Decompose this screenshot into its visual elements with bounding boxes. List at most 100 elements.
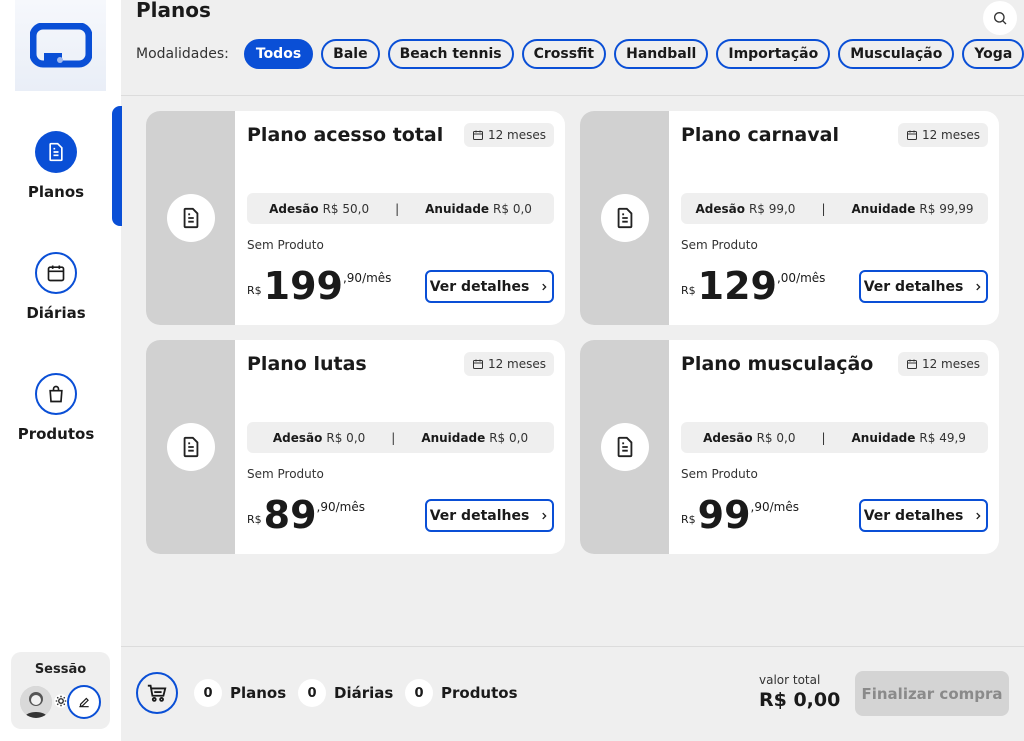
adesao-value: R$ 0,0 <box>326 430 366 445</box>
plan-duration-text: 12 meses <box>487 357 546 371</box>
price-integer: 129 <box>697 264 777 308</box>
plan-card-icon-area <box>146 111 235 325</box>
produtos-count-badge: 0 <box>405 679 433 707</box>
calendar-icon <box>472 359 483 369</box>
adesao-label: Adesão <box>703 430 753 445</box>
filter-chip-importacao[interactable]: Importação <box>716 39 831 69</box>
shopping-cart-icon <box>147 684 167 702</box>
chevron-right-icon <box>542 283 547 290</box>
details-button[interactable]: Ver detalhes <box>859 270 988 303</box>
edit-profile-button[interactable] <box>67 685 101 719</box>
details-button-label: Ver detalhes <box>429 278 530 295</box>
plan-duration-text: 12 meses <box>921 357 980 371</box>
price-decimal: ,00/mês <box>776 271 826 285</box>
fees-separator: | <box>395 201 400 216</box>
price-currency: R$ <box>247 513 262 526</box>
avatar[interactable] <box>20 686 52 718</box>
price-integer: 89 <box>263 493 317 537</box>
plan-product: Sem Produto <box>681 467 758 481</box>
filter-chip-bale[interactable]: Bale <box>321 39 380 69</box>
plan-card-icon-area <box>580 111 669 325</box>
checkout-button[interactable]: Finalizar compra <box>855 671 1009 716</box>
app-logo <box>15 0 106 91</box>
plan-duration: 12 meses <box>897 352 988 376</box>
plan-fees: Adesão R$ 50,0 | Anuidade R$ 0,0 <box>247 193 554 224</box>
plan-product: Sem Produto <box>681 238 758 252</box>
sidebar-item-label: Diárias <box>26 304 86 322</box>
cart-footer: 0 Planos 0 Diárias 0 Produtos valor tota… <box>121 646 1024 741</box>
plan-fees: Adesão R$ 0,0 | Anuidade R$ 49,9 <box>681 422 988 453</box>
document-icon <box>166 423 215 471</box>
plan-card: Plano musculação 12 meses Adesão R$ 0,0 |… <box>580 340 999 554</box>
plan-duration: 12 meses <box>463 352 554 376</box>
sidebar-item-diarias[interactable]: Diárias <box>0 252 112 322</box>
sidebar-item-label: Planos <box>27 183 85 201</box>
plan-fees: Adesão R$ 99,0 | Anuidade R$ 99,99 <box>681 193 988 224</box>
plan-card-icon-area <box>146 340 235 554</box>
total-label: valor total <box>759 673 821 687</box>
calendar-icon <box>35 252 77 294</box>
price-decimal: ,90/mês <box>750 500 799 514</box>
plan-name: Plano carnaval <box>681 124 839 146</box>
price-currency: R$ <box>681 513 696 526</box>
chevron-right-icon <box>542 512 547 519</box>
anuidade-value: R$ 99,99 <box>919 201 974 216</box>
price-decimal: ,90/mês <box>316 500 365 514</box>
planos-counter: 0 Planos <box>194 679 286 707</box>
fees-separator: | <box>821 430 826 445</box>
shopping-bag-icon <box>35 373 77 415</box>
document-icon <box>600 194 649 242</box>
filter-chip-beach-tennis[interactable]: Beach tennis <box>387 39 514 69</box>
page-header: Planos Modalidades: Todos Bale Beach ten… <box>121 0 1024 96</box>
adesao-value: R$ 0,0 <box>756 430 796 445</box>
chevron-right-icon <box>976 283 981 290</box>
produtos-counter: 0 Produtos <box>405 679 518 707</box>
session-panel: Sessão <box>11 652 110 729</box>
diarias-counter: 0 Diárias <box>298 679 393 707</box>
planos-count-label: Planos <box>230 684 287 702</box>
session-title: Sessão <box>34 662 87 677</box>
filter-label: Modalidades: <box>136 46 229 62</box>
plan-price: R$ 199 ,90/mês <box>247 264 391 308</box>
price-integer: 99 <box>697 493 751 537</box>
cart-button[interactable] <box>136 672 178 714</box>
filter-chip-yoga[interactable]: Yoga <box>962 39 1024 69</box>
plan-card: Plano carnaval 12 meses Adesão R$ 99,0 | … <box>580 111 999 325</box>
plan-card-icon-area <box>580 340 669 554</box>
search-icon <box>994 12 1007 25</box>
adesao-value: R$ 50,0 <box>322 201 370 216</box>
produtos-count-label: Produtos <box>441 684 518 702</box>
details-button[interactable]: Ver detalhes <box>859 499 988 532</box>
calendar-icon <box>472 130 483 140</box>
sidebar: Planos Diárias Produtos Sessão <box>0 0 122 741</box>
plan-card: Plano acesso total 12 meses Adesão R$ 50,… <box>146 111 565 325</box>
filter-chip-musculacao[interactable]: Musculação <box>838 39 955 69</box>
adesao-value: R$ 99,0 <box>748 201 796 216</box>
plan-duration-text: 12 meses <box>487 128 546 142</box>
document-icon <box>600 423 649 471</box>
sidebar-item-planos[interactable]: Planos <box>0 131 112 201</box>
anuidade-label: Anuidade <box>851 430 916 445</box>
anuidade-label: Anuidade <box>851 201 916 216</box>
adesao-label: Adesão <box>269 201 319 216</box>
sidebar-item-produtos[interactable]: Produtos <box>0 373 112 443</box>
plan-card: Plano lutas 12 meses Adesão R$ 0,0 | Anui… <box>146 340 565 554</box>
details-button[interactable]: Ver detalhes <box>425 270 554 303</box>
page-title: Planos <box>136 0 211 22</box>
calendar-icon <box>906 359 917 369</box>
details-button[interactable]: Ver detalhes <box>425 499 554 532</box>
filter-chip-crossfit[interactable]: Crossfit <box>521 39 607 69</box>
search-button[interactable] <box>983 1 1017 35</box>
diarias-count-badge: 0 <box>298 679 326 707</box>
filter-chip-todos[interactable]: Todos <box>243 39 314 69</box>
filter-chip-handball[interactable]: Handball <box>614 39 709 69</box>
plan-name: Plano acesso total <box>247 124 444 146</box>
details-button-label: Ver detalhes <box>863 507 964 524</box>
modality-filters: Modalidades: Todos Bale Beach tennis Cro… <box>136 39 1024 69</box>
anuidade-label: Anuidade <box>425 201 490 216</box>
plan-name: Plano lutas <box>247 353 367 375</box>
price-integer: 199 <box>263 264 343 308</box>
plan-price: R$ 89 ,90/mês <box>247 493 365 537</box>
adesao-label: Adesão <box>272 430 323 445</box>
anuidade-value: R$ 49,9 <box>919 430 966 445</box>
